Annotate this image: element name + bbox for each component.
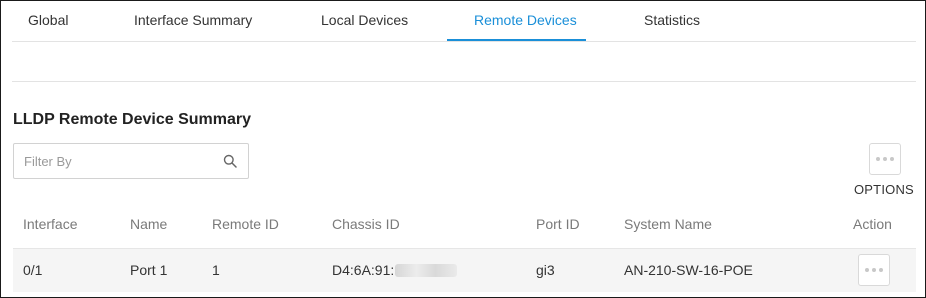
tab-local-devices[interactable]: Local Devices [321,12,408,28]
cell-port-id: gi3 [536,262,555,278]
column-header-interface: Interface [23,216,78,232]
column-header-name: Name [130,216,168,232]
filter-input[interactable] [24,152,214,170]
active-tab-indicator [447,39,586,41]
cell-chassis-id: D4:6A:91: [332,262,458,278]
chassis-id-text: D4:6A:91: [332,262,395,278]
redacted-value [395,264,458,277]
row-action-button[interactable] [858,254,890,286]
section-divider [12,81,916,82]
column-header-system-name: System Name [624,216,712,232]
page-title: LLDP Remote Device Summary [13,111,252,128]
tab-remote-devices[interactable]: Remote Devices [474,12,577,28]
more-horizontal-icon [865,268,883,272]
cell-remote-id: 1 [212,262,220,278]
tab-bar: Global Interface Summary Local Devices R… [12,1,916,42]
options-button[interactable] [869,143,901,175]
column-header-port-id: Port ID [536,216,580,232]
more-horizontal-icon [876,157,894,161]
cell-interface: 0/1 [23,262,43,278]
options-label: OPTIONS [854,182,914,197]
cell-system-name: AN-210-SW-16-POE [624,262,753,278]
tab-global[interactable]: Global [28,12,68,28]
cell-name: Port 1 [130,262,168,278]
filter-box[interactable] [13,143,249,179]
column-header-remote-id: Remote ID [212,216,279,232]
search-icon[interactable] [223,154,237,168]
column-header-chassis-id: Chassis ID [332,216,400,232]
lldp-remote-devices-panel: Global Interface Summary Local Devices R… [0,0,926,298]
column-header-action: Action [853,216,892,232]
tab-statistics[interactable]: Statistics [644,12,700,28]
tab-interface-summary[interactable]: Interface Summary [134,12,252,28]
